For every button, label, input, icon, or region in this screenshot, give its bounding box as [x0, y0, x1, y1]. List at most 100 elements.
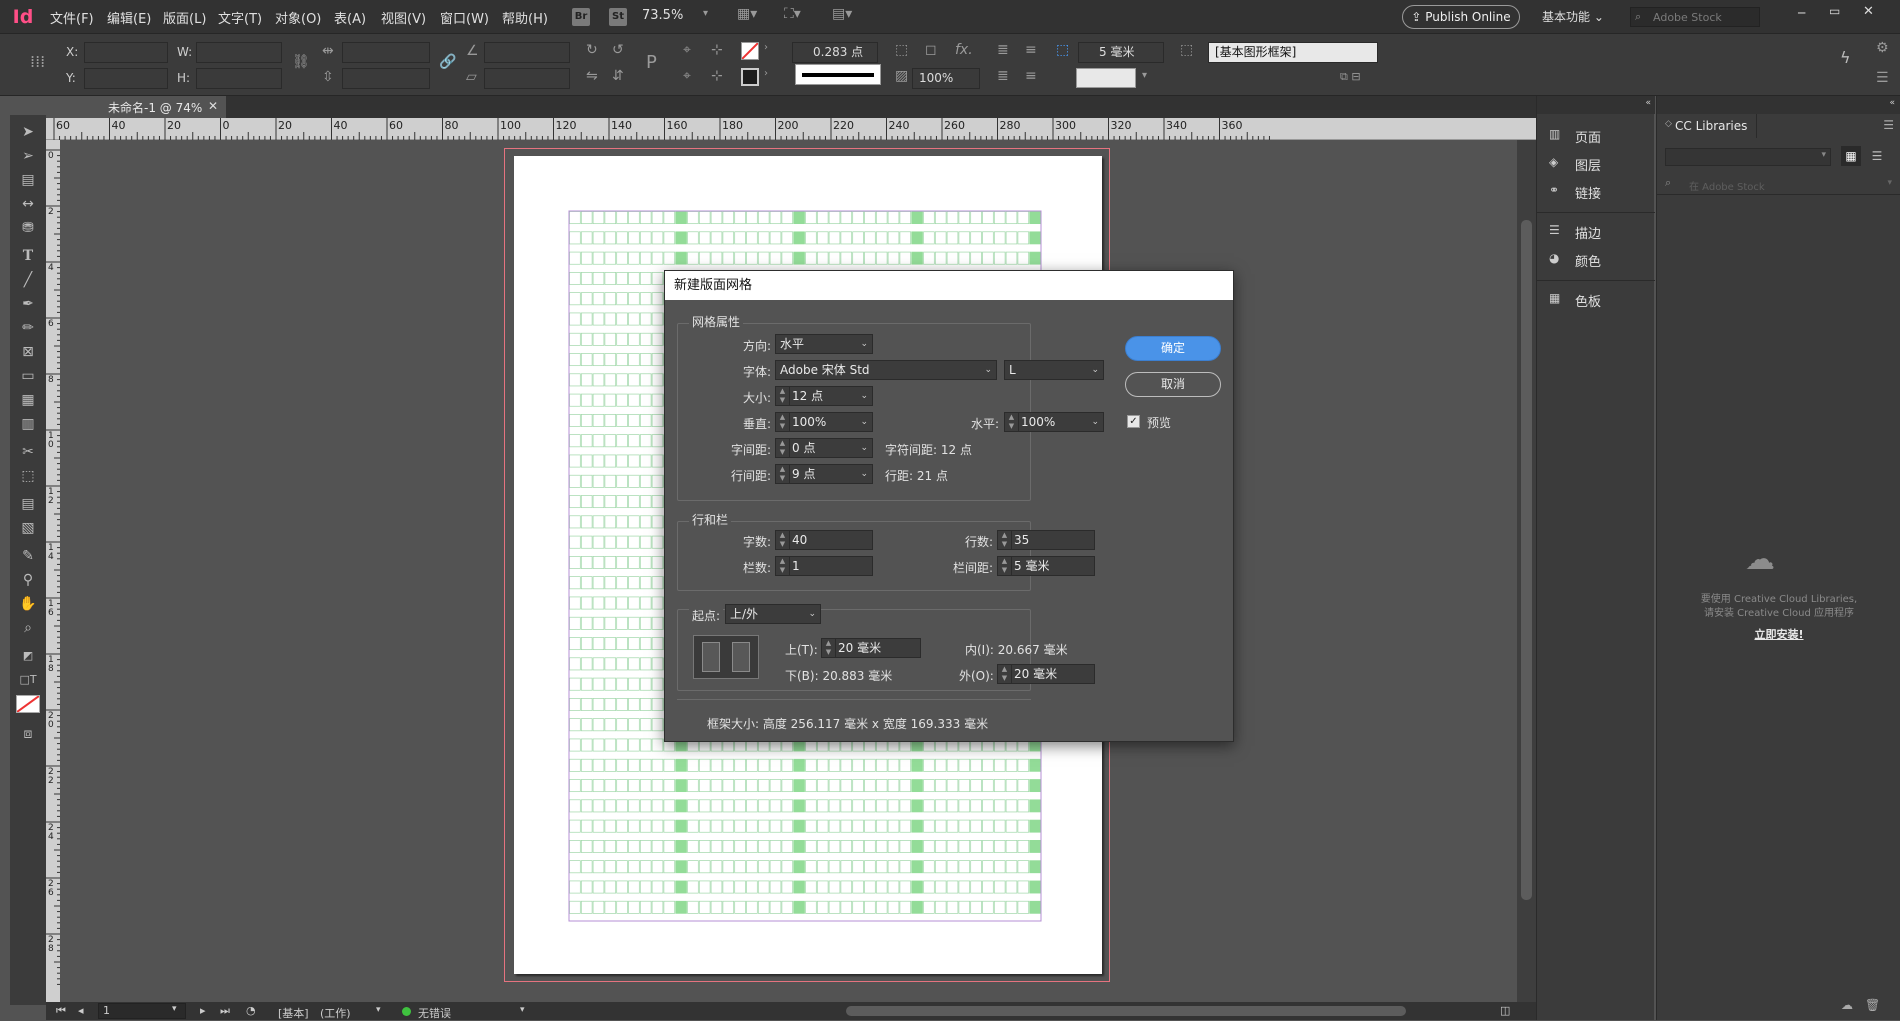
- rectangle-tool-icon[interactable]: ▭: [14, 365, 42, 387]
- columns-field[interactable]: ▲ ▼ 1: [775, 556, 873, 576]
- eyedropper-tool-icon[interactable]: ⚲: [14, 569, 42, 591]
- select-container-icon[interactable]: ⌖: [683, 42, 691, 58]
- char-spacing-field[interactable]: ▲ ▼ 0 点 ⌄: [775, 438, 873, 458]
- vertical-grid-tool-icon[interactable]: ▥: [14, 413, 42, 435]
- hand-tool-icon[interactable]: ✋: [14, 593, 42, 615]
- horizontal-scale-field[interactable]: ▲ ▼ 100% ⌄: [1004, 412, 1104, 432]
- preview-checkbox[interactable]: ✓: [1127, 415, 1140, 428]
- start-select[interactable]: 上/外 ⌄: [725, 604, 821, 624]
- drop-shadow-icon[interactable]: ◻: [925, 42, 937, 58]
- effects-icon[interactable]: fx.: [955, 42, 973, 58]
- path-icon[interactable]: P: [646, 52, 657, 73]
- ok-button[interactable]: 确定: [1125, 336, 1221, 361]
- flip-vertical-icon[interactable]: ⇵: [612, 68, 624, 84]
- flip-horizontal-icon[interactable]: ⇋: [586, 68, 598, 84]
- panel-menu-icon[interactable]: ☰: [1876, 70, 1889, 86]
- close-window-button[interactable]: ✕: [1863, 4, 1874, 19]
- shear-field[interactable]: [484, 68, 570, 89]
- spinner-icon[interactable]: ▲ ▼: [776, 387, 790, 405]
- cancel-button[interactable]: 取消: [1125, 372, 1221, 397]
- spinner-icon[interactable]: ▲ ▼: [776, 413, 790, 431]
- select-previous-icon[interactable]: ⌖: [683, 68, 691, 84]
- direct-selection-tool-icon[interactable]: ➢: [14, 145, 42, 167]
- align-center-icon[interactable]: ≡: [1025, 42, 1037, 58]
- chars-field[interactable]: ▲ ▼ 40: [775, 530, 873, 550]
- frame-fitting-icon[interactable]: ⬚: [895, 42, 908, 58]
- view-options-icon[interactable]: ▦▾: [737, 6, 757, 22]
- opacity-field[interactable]: 100%: [912, 68, 980, 89]
- type-tool-icon[interactable]: T: [14, 245, 42, 267]
- pencil-tool-icon[interactable]: ✏: [14, 317, 42, 339]
- page-dropdown-icon[interactable]: ▾: [172, 1004, 177, 1014]
- zoom-level[interactable]: 73.5%: [642, 8, 683, 23]
- rectangle-frame-tool-icon[interactable]: ⊠: [14, 341, 42, 363]
- stroke-type-field[interactable]: [795, 64, 881, 85]
- stock-search-input[interactable]: ⌕ Adobe Stock: [1630, 7, 1760, 27]
- install-now-link[interactable]: 立即安装!: [1657, 626, 1900, 642]
- preflight-status[interactable]: 无错误: [418, 1005, 451, 1021]
- menu-type[interactable]: 文字(T): [218, 8, 262, 27]
- menu-window[interactable]: 窗口(W): [440, 8, 489, 27]
- menu-layout[interactable]: 版面(L): [163, 8, 206, 27]
- last-page-icon[interactable]: ⏭: [220, 1004, 230, 1018]
- w-field[interactable]: [196, 42, 282, 63]
- horizontal-grid-tool-icon[interactable]: ▦: [14, 389, 42, 411]
- menu-help[interactable]: 帮助(H): [502, 8, 548, 27]
- top-field[interactable]: ▲ ▼ 20 毫米: [821, 638, 921, 658]
- gap-field[interactable]: 5 毫米: [1078, 42, 1164, 63]
- spinner-icon[interactable]: ▲ ▼: [776, 439, 790, 457]
- next-page-icon[interactable]: ▸: [200, 1004, 206, 1017]
- list-view-icon[interactable]: ☰: [1867, 146, 1887, 166]
- rotate-field[interactable]: [484, 42, 570, 63]
- scale-x-field[interactable]: [342, 42, 430, 63]
- reference-point-icon[interactable]: ⁞⁞⁞: [30, 52, 45, 71]
- link-scale-icon[interactable]: 🔗: [439, 54, 456, 70]
- cloud-sync-icon[interactable]: ☁: [1841, 998, 1853, 1012]
- outside-field[interactable]: ▲ ▼ 20 毫米: [997, 664, 1095, 684]
- horizontal-scroll-thumb[interactable]: [846, 1006, 1406, 1016]
- spinner-icon[interactable]: ▲ ▼: [776, 465, 790, 483]
- panel-item-pages[interactable]: ▥ 页面: [1537, 122, 1655, 148]
- line-spacing-field[interactable]: ▲ ▼ 9 点 ⌄: [775, 464, 873, 484]
- first-page-icon[interactable]: ⏮: [56, 1004, 66, 1018]
- gap-tool-icon[interactable]: ↔: [14, 193, 42, 215]
- spinner-icon[interactable]: ▲ ▼: [998, 557, 1012, 575]
- stroke-style-dropdown-icon[interactable]: ▾: [1142, 70, 1147, 81]
- stroke-weight-field[interactable]: 0.283 点: [792, 42, 878, 63]
- font-select[interactable]: Adobe 宋体 Std ⌄: [775, 360, 997, 380]
- distribute-icon[interactable]: ≡: [1025, 68, 1037, 84]
- page-tool-icon[interactable]: ▤: [14, 169, 42, 191]
- menu-table[interactable]: 表(A): [334, 8, 366, 27]
- formatting-icon[interactable]: □T: [14, 669, 42, 691]
- pen-tool-icon[interactable]: ✒: [14, 293, 42, 315]
- screen-mode-tool-icon[interactable]: ⧈: [14, 723, 42, 745]
- scissors-tool-icon[interactable]: ✂: [14, 441, 42, 463]
- scale-y-field[interactable]: [342, 68, 430, 89]
- menu-file[interactable]: 文件(F): [50, 8, 94, 27]
- apply-none-icon[interactable]: [16, 695, 40, 713]
- select-next-icon[interactable]: ⊹: [711, 68, 723, 84]
- arrange-docs-icon[interactable]: ▤▾: [832, 6, 852, 22]
- trash-icon[interactable]: 🗑: [1865, 998, 1880, 1012]
- rotate-cw-icon[interactable]: ↻: [586, 42, 598, 58]
- lines-field[interactable]: ▲ ▼ 35: [997, 530, 1095, 550]
- panel-item-swatches[interactable]: ▦ 色板: [1537, 286, 1655, 312]
- zoom-tool-icon[interactable]: ⌕: [14, 617, 42, 639]
- line-tool-icon[interactable]: ╱: [14, 269, 42, 291]
- gradient-feather-tool-icon[interactable]: ▧: [14, 517, 42, 539]
- document-tab[interactable]: 未命名-1 @ 74% ✕: [46, 96, 226, 118]
- free-transform-tool-icon[interactable]: ⬚: [14, 465, 42, 487]
- profile-dropdown-icon[interactable]: ▾: [376, 1005, 381, 1015]
- spinner-icon[interactable]: ▲ ▼: [998, 531, 1012, 549]
- x-field[interactable]: [84, 42, 168, 63]
- stroke-dropdown-icon[interactable]: ›: [764, 68, 768, 79]
- size-field[interactable]: ▲ ▼ 12 点 ⌄: [775, 386, 873, 406]
- spinner-icon[interactable]: ▲ ▼: [822, 639, 836, 657]
- gradient-tool-icon[interactable]: ▤: [14, 493, 42, 515]
- spinner-icon[interactable]: ▲ ▼: [1005, 413, 1019, 431]
- spinner-icon[interactable]: ▲ ▼: [776, 531, 790, 549]
- selection-tool-icon[interactable]: ➤: [14, 121, 42, 143]
- maximize-button[interactable]: ▭: [1829, 4, 1840, 18]
- collapse-icon[interactable]: «: [1645, 98, 1651, 108]
- publish-online-button[interactable]: ⇪ Publish Online: [1402, 5, 1520, 29]
